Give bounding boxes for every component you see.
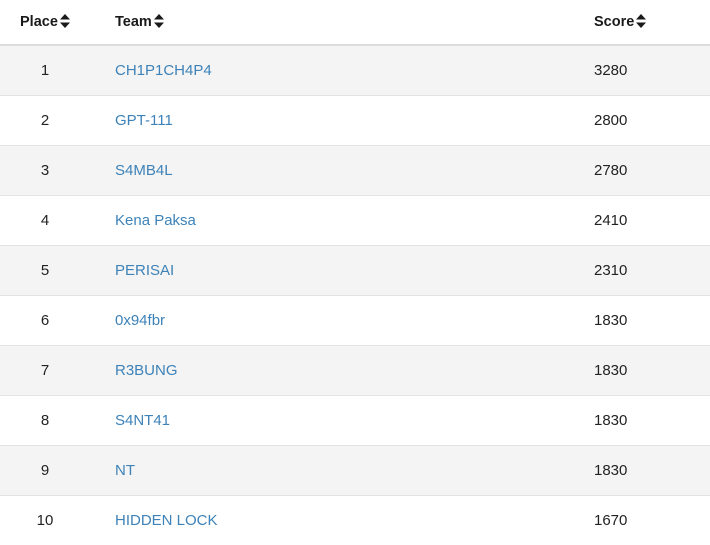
- team-cell: CH1P1CH4P4: [92, 45, 594, 95]
- score-cell: 1830: [594, 311, 628, 329]
- score-header-label[interactable]: Score: [594, 14, 634, 30]
- sort-icon[interactable]: [59, 14, 70, 29]
- team-link[interactable]: 0x94fbr: [115, 312, 165, 329]
- place-cell: 5: [40, 261, 50, 279]
- sort-icon[interactable]: [636, 14, 647, 29]
- scoreboard-header: Place Team Score: [0, 0, 710, 46]
- scoreboard-body: 1 CH1P1CH4P4 3280 2 GPT-111 2800 3 S4MB4…: [0, 45, 710, 545]
- score-cell: 2800: [594, 111, 628, 129]
- place-cell: 7: [40, 361, 50, 379]
- score-cell: 1830: [594, 461, 628, 479]
- team-link[interactable]: GPT-111: [115, 112, 173, 129]
- place-cell: 3: [40, 161, 50, 179]
- table-row: 5 PERISAI 2310: [0, 245, 710, 295]
- place-cell: 4: [40, 211, 50, 229]
- team-cell: S4NT41: [92, 395, 594, 445]
- table-row: 1 CH1P1CH4P4 3280: [0, 45, 710, 95]
- team-cell: GPT-111: [92, 95, 594, 145]
- header-row: Place Team Score: [0, 0, 710, 46]
- team-link[interactable]: S4NT41: [115, 412, 170, 429]
- team-link[interactable]: HIDDEN LOCK: [115, 512, 218, 529]
- score-cell: 2310: [594, 261, 628, 279]
- place-cell: 9: [40, 461, 50, 479]
- place-column-header[interactable]: Place: [0, 0, 92, 46]
- team-cell: 0x94fbr: [92, 295, 594, 345]
- table-row: 7 R3BUNG 1830: [0, 345, 710, 395]
- place-cell: 1: [40, 61, 50, 79]
- sort-icon[interactable]: [153, 14, 164, 29]
- table-row: 9 NT 1830: [0, 445, 710, 495]
- place-cell: 10: [36, 511, 54, 529]
- team-column-header[interactable]: Team: [92, 0, 594, 46]
- score-cell: 1830: [594, 361, 628, 379]
- score-column-header[interactable]: Score: [594, 0, 710, 46]
- team-header-label[interactable]: Team: [115, 14, 152, 30]
- place-cell: 2: [40, 111, 50, 129]
- table-row: 3 S4MB4L 2780: [0, 145, 710, 195]
- score-cell: 2780: [594, 161, 628, 179]
- team-cell: PERISAI: [92, 245, 594, 295]
- team-cell: Kena Paksa: [92, 195, 594, 245]
- team-link[interactable]: S4MB4L: [115, 162, 173, 179]
- table-row: 4 Kena Paksa 2410: [0, 195, 710, 245]
- table-row: 10 HIDDEN LOCK 1670: [0, 495, 710, 545]
- score-cell: 3280: [594, 61, 628, 79]
- place-cell: 6: [40, 311, 50, 329]
- score-cell: 1830: [594, 411, 628, 429]
- table-row: 6 0x94fbr 1830: [0, 295, 710, 345]
- team-cell: S4MB4L: [92, 145, 594, 195]
- score-cell: 1670: [594, 511, 628, 529]
- team-cell: HIDDEN LOCK: [92, 495, 594, 545]
- score-cell: 2410: [594, 211, 628, 229]
- place-cell: 8: [40, 411, 50, 429]
- team-cell: NT: [92, 445, 594, 495]
- table-row: 2 GPT-111 2800: [0, 95, 710, 145]
- table-row: 8 S4NT41 1830: [0, 395, 710, 445]
- team-link[interactable]: Kena Paksa: [115, 212, 196, 229]
- team-link[interactable]: NT: [115, 462, 135, 479]
- team-link[interactable]: CH1P1CH4P4: [115, 62, 212, 79]
- place-header-label[interactable]: Place: [20, 14, 58, 30]
- team-link[interactable]: R3BUNG: [115, 362, 178, 379]
- team-cell: R3BUNG: [92, 345, 594, 395]
- team-link[interactable]: PERISAI: [115, 262, 174, 279]
- scoreboard-table: Place Team Score 1 CH1P1CH4P4 3280 2 GPT…: [0, 0, 710, 545]
